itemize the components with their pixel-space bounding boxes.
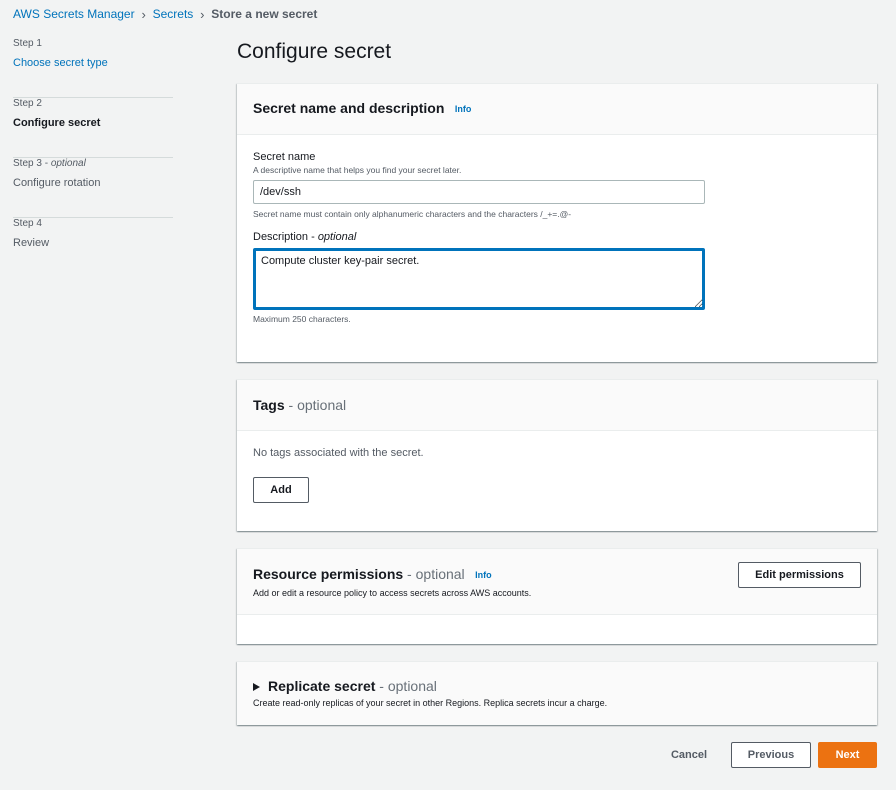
description-constraint: Maximum 250 characters. xyxy=(253,314,351,324)
replicate-description: Create read-only replicas of your secret… xyxy=(253,698,608,708)
step-label-configure-rotation: Configure rotation xyxy=(13,177,101,189)
cancel-button[interactable]: Cancel xyxy=(660,742,718,768)
replicate-title: Replicate secret xyxy=(268,678,376,694)
edit-permissions-button[interactable]: Edit permissions xyxy=(738,562,861,588)
panel-header: Secret name and description Info xyxy=(237,84,877,135)
panel-body: Secret name A descriptive name that help… xyxy=(237,135,877,324)
secret-name-label: Secret name xyxy=(253,151,316,163)
breadcrumb-secrets-manager[interactable]: AWS Secrets Manager xyxy=(13,7,135,21)
info-link[interactable]: Info xyxy=(475,570,492,580)
panel-body: No tags associated with the secret. Add xyxy=(237,431,877,503)
no-tags-text: No tags associated with the secret. xyxy=(253,447,424,459)
panel-header[interactable]: Replicate secret - optional Create read-… xyxy=(237,662,877,725)
permissions-description: Add or edit a resource policy to access … xyxy=(253,588,532,598)
step-number: Step 1 xyxy=(13,38,42,49)
caret-right-icon[interactable] xyxy=(253,683,260,692)
secret-name-panel: Secret name and description Info Secret … xyxy=(237,83,877,362)
step-link-choose-secret-type[interactable]: Choose secret type xyxy=(13,56,173,70)
replicate-secret-panel: Replicate secret - optional Create read-… xyxy=(237,661,877,725)
breadcrumb-secrets[interactable]: Secrets xyxy=(153,7,194,21)
panel-title[interactable]: Replicate secret - optional xyxy=(253,678,861,694)
secret-name-constraint: Secret name must contain only alphanumer… xyxy=(253,209,572,219)
tags-optional: optional xyxy=(297,397,347,413)
step-2: Step 2 Configure secret xyxy=(13,98,173,158)
resource-permissions-panel: Resource permissions - optional Info Add… xyxy=(237,548,877,644)
panel-title: Resource permissions - optional xyxy=(253,566,465,582)
secret-name-description: A descriptive name that helps you find y… xyxy=(253,165,462,175)
permissions-title: Resource permissions xyxy=(253,566,404,582)
add-tag-button[interactable]: Add xyxy=(253,477,309,503)
step-1: Step 1 Choose secret type xyxy=(13,38,173,98)
description-label-text: Description xyxy=(253,231,309,243)
description-optional: optional xyxy=(317,231,357,243)
previous-button[interactable]: Previous xyxy=(731,742,811,768)
step-4: Step 4 Review xyxy=(13,218,173,278)
description-label: Description - optional xyxy=(253,231,357,243)
breadcrumb: AWS Secrets Manager › Secrets › Store a … xyxy=(13,6,317,22)
wizard-steps: Step 1 Choose secret type Step 2 Configu… xyxy=(13,38,173,278)
panel-header: Tags - optional xyxy=(237,380,877,431)
panel-title: Tags - optional xyxy=(253,397,347,413)
chevron-right-icon: › xyxy=(200,6,205,22)
secret-name-input[interactable] xyxy=(253,180,705,204)
chevron-right-icon: › xyxy=(141,6,146,22)
tags-title: Tags xyxy=(253,397,285,413)
page-title: Configure secret xyxy=(237,40,392,63)
tags-panel: Tags - optional No tags associated with … xyxy=(237,379,877,531)
description-textarea[interactable]: Compute cluster key-pair secret. xyxy=(253,248,705,310)
step-number: Step 3 - optional xyxy=(13,158,86,169)
panel-header: Resource permissions - optional Info Add… xyxy=(237,549,877,615)
step-number: Step 4 xyxy=(13,218,42,229)
permissions-optional: optional xyxy=(415,566,465,582)
step-optional-text: optional xyxy=(50,158,86,169)
replicate-optional: optional xyxy=(387,678,437,694)
panel-title: Secret name and description xyxy=(253,100,445,116)
step-number: Step 2 xyxy=(13,98,42,109)
breadcrumb-current: Store a new secret xyxy=(211,7,318,21)
info-link[interactable]: Info xyxy=(455,104,472,114)
step-3: Step 3 - optional Configure rotation xyxy=(13,158,173,218)
next-button[interactable]: Next xyxy=(818,742,877,768)
step-label-configure-secret: Configure secret xyxy=(13,117,101,129)
step-label-review: Review xyxy=(13,237,50,249)
step-number-text: Step 3 xyxy=(13,158,42,169)
